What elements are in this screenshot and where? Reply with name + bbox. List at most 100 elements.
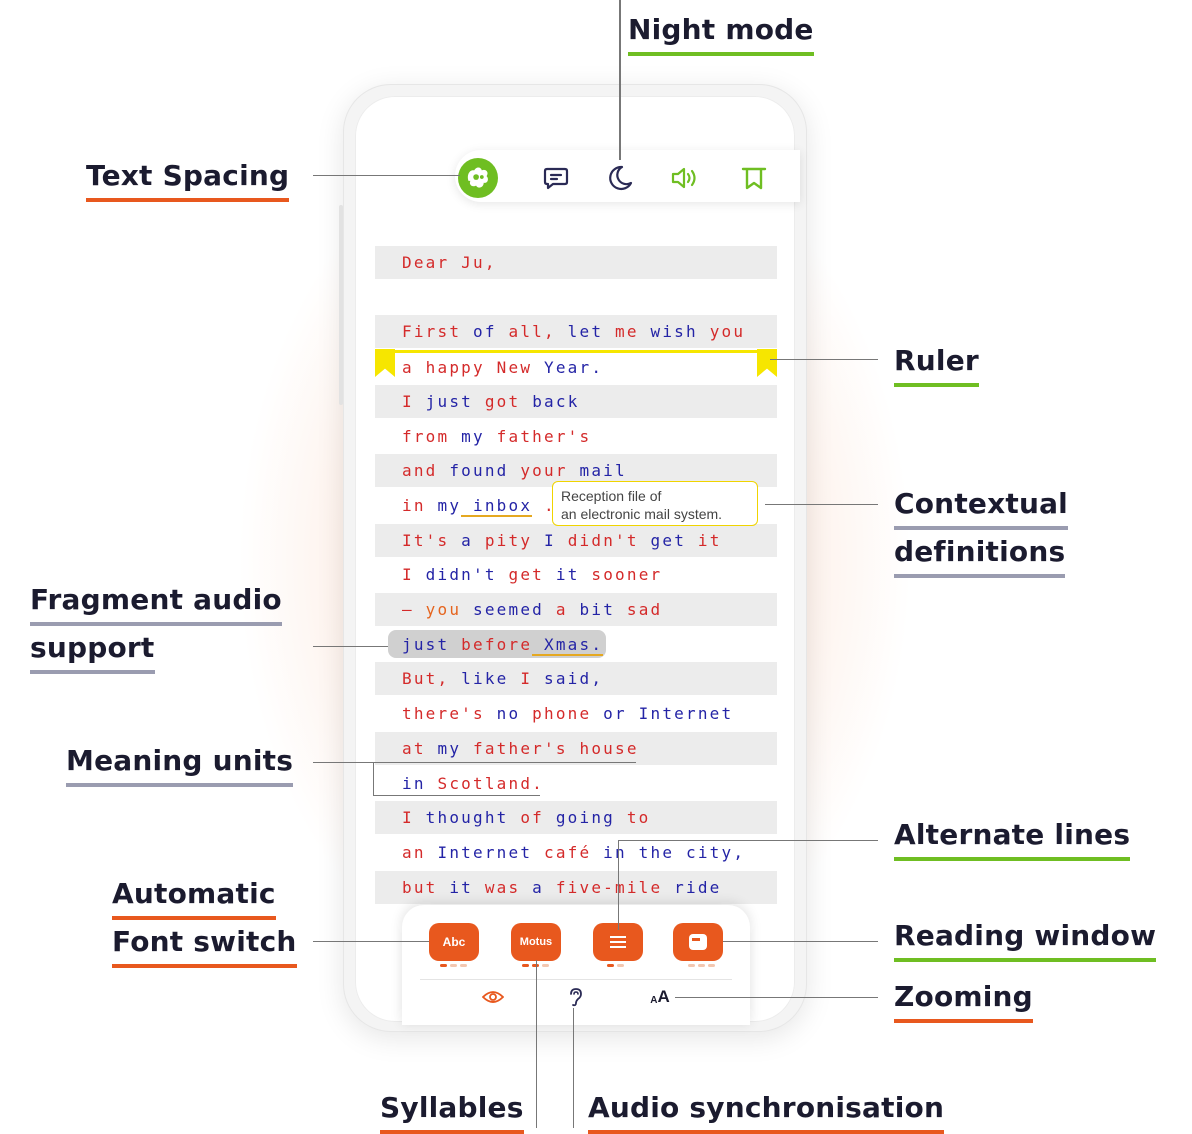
reader-line[interactable]: Dear Ju, xyxy=(375,246,777,279)
reader-word: wish xyxy=(638,322,698,342)
leader-meaning-units xyxy=(313,762,636,763)
label-ruler: Ruler xyxy=(894,339,979,387)
leader-zooming xyxy=(675,997,878,998)
reader-word: a xyxy=(520,877,545,897)
panel-divider xyxy=(420,979,732,980)
reader-word: phone xyxy=(520,704,592,724)
reader-word: I xyxy=(532,530,556,550)
label-alternate-lines: Alternate lines xyxy=(894,813,1131,861)
reader-word: was xyxy=(473,877,521,897)
reader-line[interactable]: But, like I said, xyxy=(375,662,777,696)
reader-word: didn't xyxy=(555,530,639,550)
reading-window-button[interactable] xyxy=(673,923,723,961)
reader-word: to xyxy=(615,808,651,828)
comment-icon[interactable] xyxy=(536,158,576,198)
reader-word: Internet xyxy=(626,704,734,724)
reader-word: a xyxy=(449,530,474,550)
reader-word: I xyxy=(402,808,414,828)
reader-word: and xyxy=(402,461,438,481)
leader-definitions xyxy=(765,504,878,505)
reader-word: in xyxy=(591,842,627,862)
reader-word: seemed xyxy=(461,600,545,619)
font-switch-button[interactable]: Abc xyxy=(429,923,479,961)
reader-word: didn't xyxy=(413,565,497,585)
reader-word: it xyxy=(686,530,722,550)
reader-word: at xyxy=(402,738,426,758)
reader-word: ride xyxy=(662,877,722,897)
zoom-icon[interactable]: AA xyxy=(648,985,672,1009)
label-meaning-units: Meaning units xyxy=(66,739,294,787)
reader-word: sooner xyxy=(579,565,663,585)
reader-word: of xyxy=(508,808,545,828)
reader-line[interactable]: there's no phone or Internet xyxy=(375,697,777,730)
reader-word: city, xyxy=(674,842,746,862)
reader-word: happy xyxy=(413,358,485,378)
reader-word: said, xyxy=(532,669,604,689)
label-contextual-definitions: Contextual definitions xyxy=(894,482,1068,578)
syllables-button[interactable]: Motus xyxy=(511,923,561,961)
reader-line[interactable]: just before Xmas. xyxy=(375,628,777,661)
reader-word: from xyxy=(402,426,450,446)
window-dots xyxy=(688,964,715,968)
reader-word: like xyxy=(449,669,509,689)
reader-word: my xyxy=(425,495,462,515)
reader-word: in xyxy=(402,773,426,793)
definition-tooltip: Reception file of an electronic mail sys… xyxy=(552,481,758,526)
reader-word: thought xyxy=(413,808,509,828)
reader-word: no xyxy=(484,704,521,724)
reader-line[interactable]: First of all, let me wish you xyxy=(375,315,777,349)
reader-line[interactable]: – you seemed a bit sad xyxy=(375,593,777,626)
reader-word: me xyxy=(603,322,639,342)
alternate-dots xyxy=(607,964,624,968)
reader-line[interactable] xyxy=(375,281,777,314)
reader-line[interactable]: It's a pity I didn't get it xyxy=(375,523,777,557)
reader-word: in xyxy=(402,495,426,515)
reader-word: just xyxy=(402,634,450,654)
reader-line[interactable]: I didn't get it sooner xyxy=(375,558,777,591)
leader-fragment-audio xyxy=(313,646,388,647)
reader-line[interactable]: from my father's xyxy=(375,420,777,453)
reader-word: Year. xyxy=(532,358,604,378)
reader-line[interactable]: at my father's house xyxy=(375,731,777,765)
label-syllables: Syllables xyxy=(380,1086,524,1134)
speaker-icon[interactable] xyxy=(664,158,704,198)
bookmark-icon[interactable] xyxy=(734,158,774,198)
eye-icon[interactable] xyxy=(481,985,505,1009)
reader-word: it xyxy=(544,565,580,585)
reader-line[interactable]: I thought of going to xyxy=(375,801,777,835)
reader-word: Xmas. xyxy=(532,634,604,656)
reader-word: father's xyxy=(484,426,592,446)
text-spacing-icon[interactable] xyxy=(458,158,498,198)
reader-word: just xyxy=(413,391,474,411)
reader-word: sad xyxy=(615,600,663,619)
reader-word: you xyxy=(413,600,462,619)
reader-word: going xyxy=(544,808,616,828)
reader-word: I xyxy=(508,669,533,689)
reader-word: mail xyxy=(567,461,627,481)
reader-word: let xyxy=(555,322,604,342)
lines-icon xyxy=(610,936,626,948)
moon-icon[interactable] xyxy=(600,158,640,198)
reader-word: before xyxy=(449,634,533,654)
reader-word: father's xyxy=(461,738,568,758)
reader-word: café xyxy=(532,842,592,862)
reader-word: your xyxy=(508,461,568,481)
leader-audio-sync xyxy=(573,1008,574,1128)
reader-word: there's xyxy=(402,704,485,724)
leader-font-switch xyxy=(313,941,429,942)
reader-line[interactable]: but it was a five-mile ride xyxy=(375,870,777,904)
reader-word: of xyxy=(461,322,497,342)
reader-word: Dear xyxy=(402,253,450,272)
ear-icon[interactable] xyxy=(563,985,587,1009)
reader-word: get xyxy=(496,565,545,585)
reader-word: I xyxy=(402,565,414,585)
reader-line[interactable]: I just got back xyxy=(375,384,777,418)
reader-word: five-mile xyxy=(544,877,663,897)
reader-line[interactable]: a happy New Year. xyxy=(375,350,777,384)
reader-word: it xyxy=(437,877,473,897)
reader-word: Scotland. xyxy=(425,773,544,793)
reader-word: get xyxy=(638,530,687,550)
window-icon xyxy=(689,934,707,950)
reader-word: a xyxy=(402,358,414,378)
reader-word: found xyxy=(437,461,509,481)
